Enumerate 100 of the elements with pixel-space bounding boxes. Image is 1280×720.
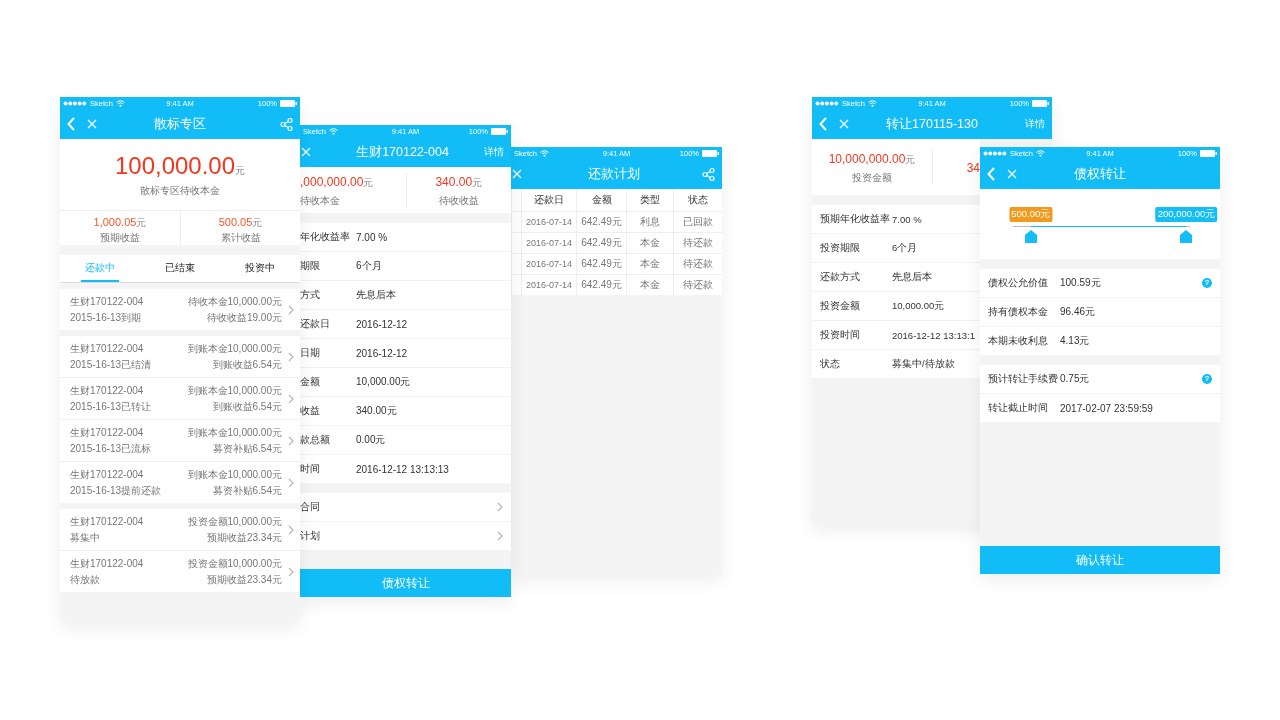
field-value: 7.00 %: [892, 213, 923, 225]
chevron-icon: [288, 304, 294, 315]
field-value: 2017-02-07 23:59:59: [1060, 402, 1154, 414]
field-label: 年化收益率: [300, 230, 351, 244]
field-value: 96.46元: [1060, 305, 1097, 319]
table-cell: 待还款: [673, 254, 722, 274]
item-title: 生财170122-004: [70, 557, 145, 570]
field-value: 10,000.00元: [892, 299, 946, 313]
chevron-icon: [288, 524, 294, 535]
share-icon[interactable]: [280, 117, 293, 131]
stat-caption: 预期收益: [100, 230, 140, 245]
amount-caption: 散标专区待收本金: [140, 183, 220, 198]
slider-handle[interactable]: [1024, 230, 1037, 243]
close-icon[interactable]: [87, 119, 97, 129]
screen-title: 转让170115-130: [886, 115, 978, 133]
principal-amount: 100,000.00元: [114, 151, 246, 180]
link-row[interactable]: 合同: [300, 493, 511, 521]
field-value: 先息后本: [892, 270, 933, 284]
item-status: 2015-16-13到期: [70, 311, 143, 324]
item-amount: 到账本金10,000.00元: [187, 342, 282, 355]
item-title: 生财170122-004: [70, 342, 145, 355]
field-label: 收益: [300, 404, 321, 418]
close-icon[interactable]: [512, 169, 522, 179]
table-cell: 本金: [626, 275, 673, 295]
list-item[interactable]: 生财170122-004 募集中 投资金额10,000.00元 预期收益23.34元: [60, 509, 300, 550]
item-amount: 投资金额10,000.00元: [187, 557, 282, 570]
field-value: 100.59元: [1060, 276, 1102, 290]
item-amount: 到账本金10,000.00元: [187, 426, 282, 439]
screen-title: 散标专区: [154, 115, 206, 133]
wifi-icon: [328, 127, 338, 135]
chevron-icon: [288, 351, 294, 362]
value-tag: 500.00元: [1009, 207, 1053, 222]
field-label: 状态: [820, 357, 841, 371]
item-earnings: 预期收益23.34元: [206, 573, 282, 586]
value-tag: 200,000.00元: [1155, 207, 1218, 222]
item-amount: 投资金额10,000.00元: [187, 515, 282, 528]
field-value: 0.00元: [356, 433, 387, 447]
item-status: 2015-16-13已结清: [70, 358, 153, 371]
item-title: 生财170122-004: [70, 295, 145, 308]
back-icon[interactable]: [987, 167, 995, 181]
back-icon[interactable]: [819, 117, 827, 131]
item-status: 募集中: [70, 531, 101, 544]
item-earnings: 预期收益23.34元: [206, 531, 282, 544]
column-header: 状态: [673, 189, 722, 211]
screen-title: 生财170122-004: [356, 143, 449, 161]
chevron-icon: [497, 531, 503, 541]
tab[interactable]: 投资中: [241, 255, 279, 282]
field-value: 4.13元: [1060, 334, 1091, 348]
item-status: 2015-16-13提前还款: [70, 484, 163, 497]
field-label: 投资金额: [820, 299, 861, 313]
field-label: 方式: [300, 288, 321, 302]
column-header: 金额: [576, 189, 626, 211]
field-value: 2016-12-12: [356, 318, 409, 330]
field-label: 期限: [300, 259, 321, 273]
signal-icon: [815, 100, 839, 106]
field-label: 还款日: [300, 317, 331, 331]
wifi-icon: [867, 99, 877, 107]
table-cell: 本金: [626, 254, 673, 274]
field-value: 10,000.00元: [356, 375, 412, 389]
item-title: 生财170122-004: [70, 468, 145, 481]
chevron-icon: [288, 435, 294, 446]
field-value: 340.00元: [356, 404, 398, 418]
summary-amount: 10,000,000.00元: [828, 151, 916, 167]
amount-caption: 投资金额: [852, 171, 892, 185]
close-icon[interactable]: [301, 147, 311, 157]
tab[interactable]: 已结束: [161, 255, 199, 282]
list-item[interactable]: 生财170122-004 2015-16-13到期 待收本金10,000.00元 待收收益19.00元: [60, 289, 300, 330]
slider-handle[interactable]: [1180, 230, 1193, 243]
table-cell: 利息: [626, 212, 673, 232]
list-item[interactable]: 生财170122-004 2015-16-13已结清 到账本金10,000.00元 到账收益6.54元: [60, 336, 300, 377]
field-label: 债权公允价值: [988, 276, 1049, 290]
field-value: 募集中/待放款: [892, 357, 956, 371]
field-label: 持有债权本金: [988, 305, 1049, 319]
field-label: 投资时间: [820, 328, 861, 342]
item-earnings: 到账收益6.54元: [212, 400, 282, 413]
chevron-icon: [288, 477, 294, 488]
item-status: 2015-16-13已流标: [70, 442, 153, 455]
field-label: 还款方式: [820, 270, 861, 284]
summary-amount: ,000,000.00元: [300, 174, 374, 190]
item-earnings: 待收收益19.00元: [206, 311, 282, 324]
summary-amount: 34: [966, 160, 980, 176]
summary-amount: 340.00元: [435, 174, 483, 190]
share-icon[interactable]: [702, 167, 715, 181]
stat-amount: 1,000.05元: [93, 214, 147, 230]
field-label: 转让截止时间: [988, 401, 1049, 415]
close-icon[interactable]: [839, 119, 849, 129]
amount-caption: 待收收益: [438, 194, 479, 208]
close-icon[interactable]: [1007, 169, 1017, 179]
field-label: 本期未收利息: [988, 334, 1049, 348]
stat-amount: 500.05元: [218, 214, 263, 230]
stat-caption: 累计收益: [220, 230, 261, 245]
amount-caption: 待收本金: [300, 194, 340, 208]
item-amount: 到账本金10,000.00元: [187, 468, 282, 481]
screen-title: 债权转让: [1074, 165, 1126, 183]
table-cell: 待还款: [673, 233, 722, 253]
table-cell: 2016-07-14: [521, 275, 576, 295]
back-icon[interactable]: [67, 117, 75, 131]
signal-icon: [983, 150, 1007, 156]
item-status: 2015-16-13已转让: [70, 400, 153, 413]
field-label: 金额: [300, 375, 321, 389]
